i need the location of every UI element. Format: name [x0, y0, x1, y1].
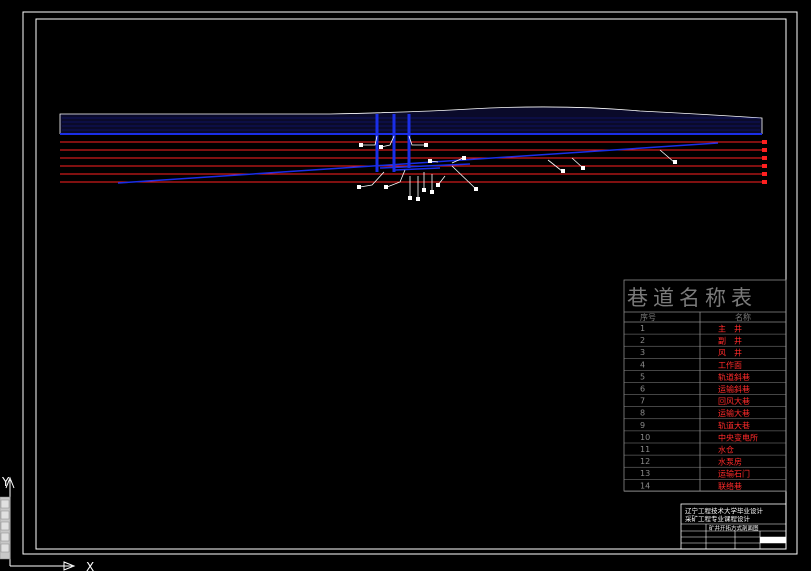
table-row-no: 8: [640, 409, 645, 418]
table-row-name: 工作面: [718, 360, 742, 370]
table-row-name: 副 井: [718, 336, 742, 346]
ucs-icon: [5, 476, 76, 571]
table-row-no: 10: [640, 433, 650, 442]
table-row-name: 水泵房: [718, 457, 742, 467]
table-row-name: 联络巷: [718, 481, 742, 491]
toolbar-button-4[interactable]: [0, 532, 10, 542]
level-lines: [60, 141, 762, 183]
table-row-name: 水仓: [718, 445, 734, 455]
table-row-name: 中央变电所: [718, 432, 758, 442]
table-row-name: 轨道大巷: [718, 420, 750, 430]
roadway-name-table[interactable]: 巷道名称表 序号 名称 1 主 井 2 副 井 3 风 井 4 工作面 5 轨道斜巷 6 运输斜巷 7 回…: [623, 279, 787, 492]
toolbar-button-1[interactable]: [0, 499, 10, 509]
table-row-no: 13: [640, 469, 650, 478]
ucs-y-label: Y: [1, 475, 10, 489]
table-row-no: 3: [640, 348, 645, 357]
table-row-name: 主 井: [718, 324, 742, 334]
table-row-name: 回风大巷: [718, 396, 750, 406]
table-row-no: 4: [640, 360, 645, 369]
table-row-no: 9: [640, 421, 645, 430]
table-row-no: 12: [640, 457, 650, 466]
table-row-no: 1: [640, 324, 645, 333]
toolbar-button-3[interactable]: [0, 521, 10, 531]
table-row-name: 风 井: [718, 348, 742, 358]
table-header-no: 序号: [640, 312, 656, 322]
table-row-name: 运输石门: [718, 469, 750, 479]
level-end-markers: [762, 140, 767, 184]
table-row-no: 6: [640, 385, 645, 394]
table-header-name: 名称: [735, 312, 751, 322]
table-row-no: 11: [640, 445, 650, 454]
ucs-x-label: X: [86, 560, 94, 571]
title-block-line1: 辽宁工程技术大学毕业设计: [685, 506, 764, 515]
table-row-no: 2: [640, 336, 645, 345]
title-block-line2: 采矿工程专业课程设计: [685, 514, 751, 523]
table-title: 巷道名称表: [627, 286, 757, 310]
toolbar-button-5[interactable]: [0, 543, 10, 553]
table-row-no: 14: [640, 481, 650, 490]
toolbar-button-2[interactable]: [0, 510, 10, 520]
title-block-drawing-name: 矿井开拓方式剖面图: [709, 524, 759, 532]
floating-toolbar[interactable]: [0, 496, 11, 560]
outer-frame: [22, 11, 798, 555]
table-row-name: 运输斜巷: [718, 384, 750, 394]
title-block[interactable]: 辽宁工程技术大学毕业设计 采矿工程专业课程设计 矿井开拓方式剖面图: [680, 503, 787, 550]
table-row-name: 轨道斜巷: [718, 372, 750, 382]
table-row-no: 7: [640, 397, 645, 406]
table-row-no: 5: [640, 372, 645, 381]
leader-markers: [357, 143, 677, 201]
inner-frame: [35, 18, 787, 550]
cad-drawing-canvas[interactable]: 巷道名称表 序号 名称 1 主 井 2 副 井 3 风 井 4 工作面 5 轨道斜巷 6 运输斜巷 7 回…: [0, 0, 811, 571]
surface-profile: [59, 106, 763, 135]
table-row-name: 运输大巷: [718, 408, 750, 418]
